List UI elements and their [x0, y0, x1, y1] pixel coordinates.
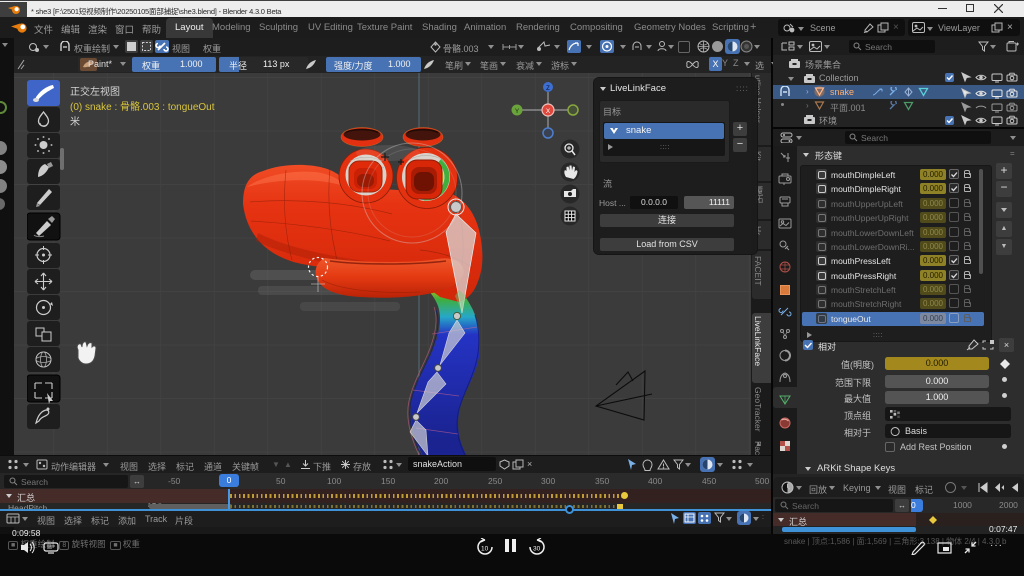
svg-text:30: 30: [533, 546, 541, 553]
svg-text:10: 10: [481, 546, 489, 553]
svg-text:Y: Y: [515, 108, 520, 115]
svg-text:Z: Z: [546, 86, 550, 92]
svg-text:X: X: [546, 108, 551, 115]
